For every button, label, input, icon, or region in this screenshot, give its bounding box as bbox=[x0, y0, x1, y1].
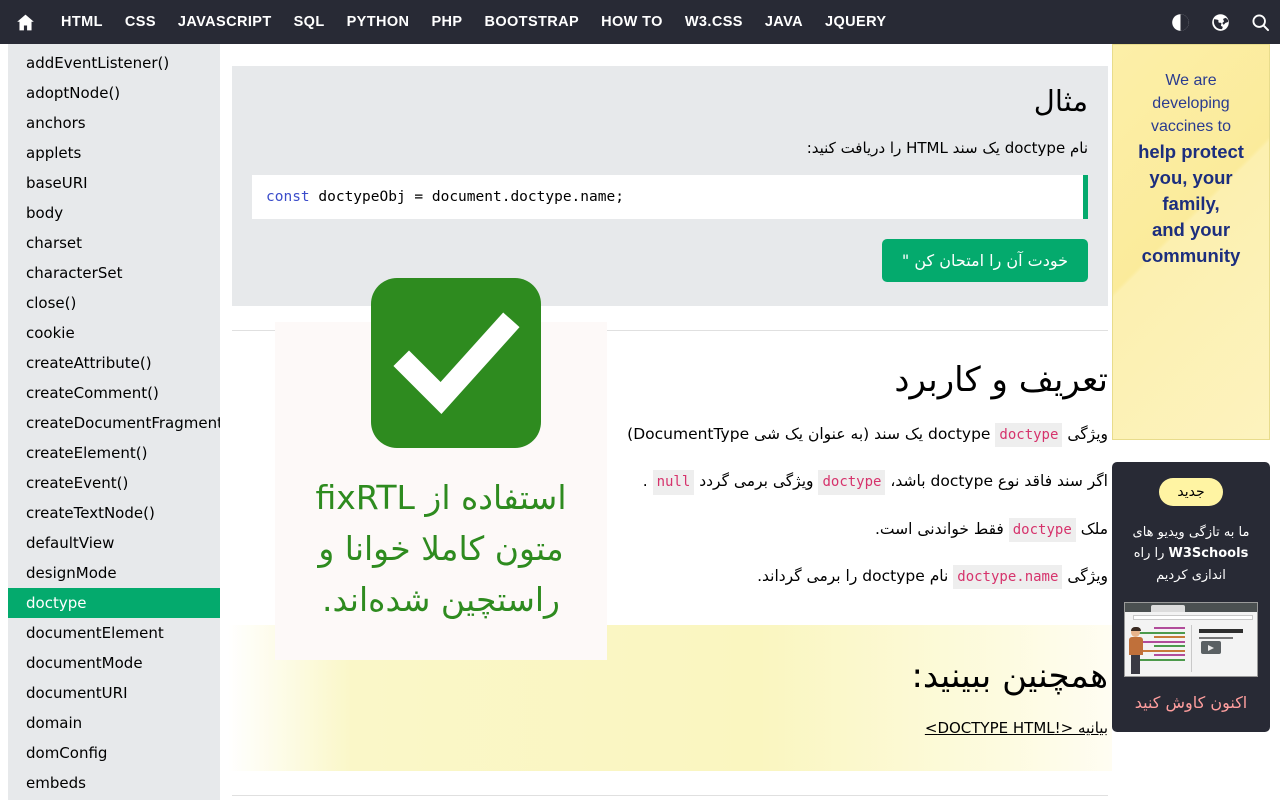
contrast-toggle-icon[interactable] bbox=[1160, 0, 1200, 44]
def-p2-code-1: doctype bbox=[818, 470, 886, 495]
bottom-section: نحوه bbox=[228, 796, 1112, 800]
example-box: مثال نام doctype یک سند HTML را دریافت ک… bbox=[232, 66, 1108, 307]
promo-brand: W3Schools bbox=[1168, 546, 1249, 562]
promo-description: ما به تازگی ویدیو های W3Schools را راه ا… bbox=[1124, 522, 1258, 586]
ad-line-2: developing bbox=[1152, 95, 1230, 112]
thumb-person-illustration bbox=[1128, 627, 1144, 675]
sidebar-item-createcomment[interactable]: createComment() bbox=[0, 378, 220, 408]
nav-link-css[interactable]: CSS bbox=[114, 0, 167, 44]
def-p3-code: doctype bbox=[1008, 517, 1076, 542]
sidebar-item-body[interactable]: body bbox=[0, 198, 220, 228]
play-button-icon[interactable] bbox=[1201, 641, 1221, 655]
promo-new-badge: جدید bbox=[1159, 478, 1223, 506]
nav-link-bootstrap[interactable]: BOOTSTRAP bbox=[473, 0, 590, 44]
sidebar-item-doctype[interactable]: doctype bbox=[0, 588, 220, 618]
sidebar-item-documentmode[interactable]: documentMode bbox=[0, 648, 220, 678]
thumb-result-heading bbox=[1199, 629, 1243, 634]
ad-line-6: family, bbox=[1162, 193, 1220, 214]
example-heading: مثال bbox=[1033, 84, 1088, 118]
rtl-notice-text: استفاده از fixRTL متون کاملا خوانا و راس… bbox=[315, 478, 567, 620]
sidebar-item-defaultview[interactable]: defaultView bbox=[0, 528, 220, 558]
def-p4-text-a: ویژگی bbox=[1062, 566, 1108, 585]
def-p2-text-a: اگر سند فاقد نوع doctype باشد، bbox=[885, 472, 1108, 491]
sidebar-item-charset[interactable]: charset bbox=[0, 228, 220, 258]
ad-line-7: and your bbox=[1151, 219, 1231, 240]
sidebar-item-adoptnode[interactable]: adoptNode() bbox=[0, 78, 220, 108]
sidebar-item-characterset[interactable]: characterSet bbox=[0, 258, 220, 288]
def-p4-text-b: نام doctype را برمی گرداند. bbox=[757, 566, 954, 585]
advertisement-banner[interactable]: We are developing vaccines to help prote… bbox=[1112, 44, 1270, 440]
sidebar-item-designmode[interactable]: designMode bbox=[0, 558, 220, 588]
sidebar-item-domain[interactable]: domain bbox=[0, 708, 220, 738]
nav-link-w3css[interactable]: W3.CSS bbox=[674, 0, 754, 44]
try-it-yourself-button[interactable]: خودت آن را امتحان کن " bbox=[881, 239, 1088, 283]
nav-link-html[interactable]: HTML bbox=[50, 0, 114, 44]
ad-line-1: We are bbox=[1165, 72, 1217, 89]
sidebar-item-baseuri[interactable]: baseURI bbox=[0, 168, 220, 198]
sidebar-item-addeventlistener[interactable]: addEventListener() bbox=[0, 48, 220, 78]
sidebar-item-createevent[interactable]: createEvent() bbox=[0, 468, 220, 498]
top-navigation-bar: HTML CSS JAVASCRIPT SQL PYTHON PHP BOOTS… bbox=[0, 0, 1280, 44]
def-p3-text-a: ملک bbox=[1075, 519, 1108, 538]
nav-link-python[interactable]: PYTHON bbox=[336, 0, 421, 44]
def-p2-text-b: ویژگی برمی گردد bbox=[694, 472, 819, 491]
promo-explore-link[interactable]: اکنون کاوش کنید bbox=[1124, 693, 1258, 712]
nav-link-jquery[interactable]: JQUERY bbox=[814, 0, 898, 44]
ad-line-5: you, your bbox=[1149, 167, 1233, 188]
see-also-link-doctype-declaration[interactable]: بیانیه <!DOCTYPE HTML> bbox=[925, 719, 1108, 737]
see-also-heading: همچنین ببینید: bbox=[911, 656, 1108, 697]
thumb-window-dots bbox=[1129, 606, 1147, 622]
sidebar-item-embeds[interactable]: embeds bbox=[0, 768, 220, 798]
sidebar-item-documentelement[interactable]: documentElement bbox=[0, 618, 220, 648]
example-description: نام doctype یک سند HTML را دریافت کنید: bbox=[806, 138, 1088, 157]
thumb-result-subtext bbox=[1199, 637, 1233, 640]
def-p1-code: doctype bbox=[995, 422, 1063, 448]
sidebar-item-anchors[interactable]: anchors bbox=[0, 108, 220, 138]
def-p1-text-a: ویژگی bbox=[1062, 424, 1108, 443]
search-icon[interactable] bbox=[1240, 0, 1280, 44]
home-icon[interactable] bbox=[0, 0, 50, 44]
ad-line-8: community bbox=[1141, 245, 1241, 266]
right-sidebar: We are developing vaccines to help prote… bbox=[1112, 44, 1280, 800]
sidebar-item-cookie[interactable]: cookie bbox=[0, 318, 220, 348]
sidebar-item-createattribute[interactable]: createAttribute() bbox=[0, 348, 220, 378]
def-p4-code: doctype.name bbox=[953, 564, 1063, 590]
sidebar-item-applets[interactable]: applets bbox=[0, 138, 220, 168]
nav-link-java[interactable]: JAVA bbox=[754, 0, 814, 44]
code-block: const doctypeObj = document.doctype.name… bbox=[252, 175, 1088, 220]
nav-link-sql[interactable]: SQL bbox=[283, 0, 336, 44]
thumb-url-bar bbox=[1133, 615, 1253, 621]
def-p2-code-2: null bbox=[652, 470, 695, 495]
ad-line-3: vaccines to bbox=[1150, 118, 1232, 135]
ad-line-4: help protect bbox=[1138, 141, 1244, 162]
thumb-split-divider bbox=[1191, 625, 1192, 673]
video-thumbnail[interactable] bbox=[1124, 602, 1258, 678]
sidebar-item-close[interactable]: close() bbox=[0, 288, 220, 318]
sidebar-item-createtextnode[interactable]: createTextNode() bbox=[0, 498, 220, 528]
promo-text-a: ما به تازگی ویدیو های bbox=[1132, 525, 1250, 540]
sidebar-item-createelement[interactable]: createElement() bbox=[0, 438, 220, 468]
promo-card[interactable]: جدید ما به تازگی ویدیو های W3Schools را … bbox=[1112, 462, 1270, 733]
def-p2-text-c: . bbox=[642, 472, 653, 491]
sidebar-item-createdocumentfragment[interactable]: createDocumentFragment() bbox=[0, 408, 220, 438]
sidebar-nav[interactable]: addEventListener() adoptNode() anchors a… bbox=[0, 44, 228, 800]
nav-link-php[interactable]: PHP bbox=[420, 0, 473, 44]
sidebar-item-documenturi[interactable]: documentURI bbox=[0, 678, 220, 708]
sidebar-left-rail bbox=[0, 44, 8, 800]
thumb-browser-tab bbox=[1151, 604, 1185, 612]
sidebar-item-domconfig[interactable]: domConfig bbox=[0, 738, 220, 768]
code-body: doctypeObj = document.doctype.name; bbox=[309, 189, 624, 206]
check-mark-icon bbox=[371, 278, 541, 448]
code-keyword: const bbox=[266, 189, 310, 206]
def-p1-text-b: doctype یک سند (به عنوان یک شی DocumentT… bbox=[627, 424, 996, 443]
nav-link-javascript[interactable]: JAVASCRIPT bbox=[167, 0, 283, 44]
nav-link-how-to[interactable]: HOW TO bbox=[590, 0, 674, 44]
def-p3-text-b: فقط خواندنی است. bbox=[874, 519, 1009, 538]
globe-icon[interactable] bbox=[1200, 0, 1240, 44]
